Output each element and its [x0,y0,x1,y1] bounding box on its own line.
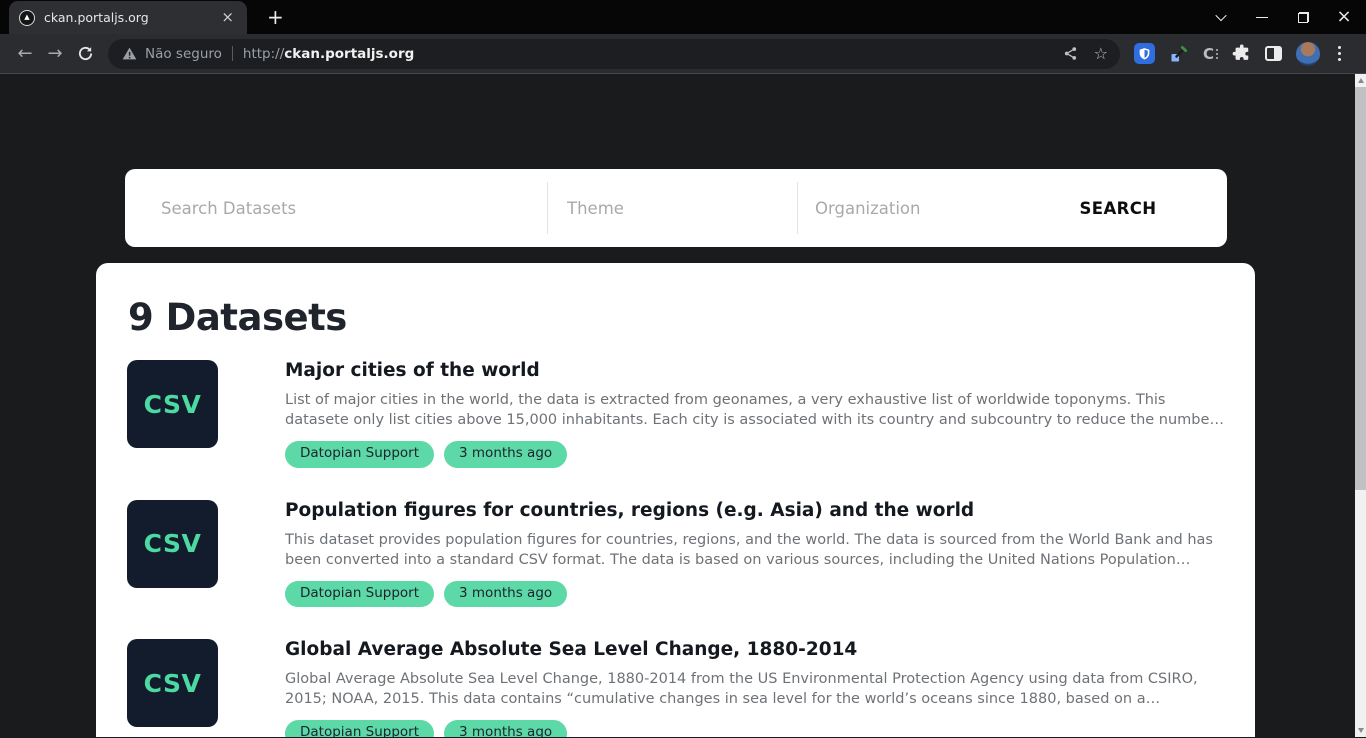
dataset-description: Global Average Absolute Sea Level Change… [285,669,1227,709]
side-panel-icon [1265,46,1282,61]
security-label: Não seguro [145,46,222,62]
age-tag[interactable]: 3 months ago [444,720,567,737]
org-tag[interactable]: Datopian Support [285,441,434,468]
dataset-search-bar: SEARCH [125,169,1227,247]
reload-icon [77,45,94,62]
scroll-up-arrow[interactable] [1355,74,1366,87]
url-host: ckan.portaljs.org [284,46,414,62]
security-chip[interactable]: Não seguro [122,46,222,62]
theme-input[interactable] [567,199,797,218]
browser-menu-button[interactable] [1334,46,1345,61]
datasets-card: 9 Datasets CSV Major cities of the world… [96,263,1255,737]
profile-avatar[interactable] [1296,42,1320,66]
dataset-title-link[interactable]: Population figures for countries, region… [285,500,1227,521]
organization-input[interactable] [815,199,1009,218]
extensions-bar: C [1134,42,1345,66]
dataset-description: This dataset provides population figures… [285,530,1227,570]
new-tab-button[interactable]: + [267,7,284,27]
dataset-tags: Datopian Support 3 months ago [285,441,1227,468]
format-badge-csv[interactable]: CSV [127,360,218,448]
url-scheme: http:// [243,46,284,62]
puzzle-icon [1232,44,1251,63]
reload-button[interactable] [70,39,100,69]
web-page: SEARCH 9 Datasets CSV Major cities of th… [0,74,1366,737]
back-button[interactable]: ← [10,39,40,69]
bitwarden-extension-icon[interactable] [1134,43,1155,64]
dataset-tags: Datopian Support 3 months ago [285,720,1227,737]
dataset-row: CSV Major cities of the world List of ma… [127,360,1229,468]
org-tag[interactable]: Datopian Support [285,720,434,737]
browser-toolbar: ← → Não seguro http://ckan.portaljs.org [0,34,1366,74]
page-url: http://ckan.portaljs.org [243,46,414,62]
tab-bar: ▲ ckan.portaljs.org × + × [0,0,1366,34]
datasets-count-heading: 9 Datasets [128,296,1229,339]
forward-button[interactable]: → [40,39,70,69]
search-datasets-input[interactable] [161,199,547,218]
dataset-row: CSV Global Average Absolute Sea Level Ch… [127,639,1229,737]
window-controls: × [1213,0,1352,34]
site-favicon-icon: ▲ [19,10,35,26]
restore-button[interactable] [1295,9,1311,25]
colorzilla-dots [1216,49,1218,59]
scroll-down-arrow[interactable] [1355,724,1366,737]
bookmark-star-icon[interactable]: ☆ [1094,46,1108,62]
format-badge-csv[interactable]: CSV [127,500,218,588]
dataset-title-link[interactable]: Global Average Absolute Sea Level Change… [285,639,1227,660]
page-scrollbar[interactable] [1355,74,1366,737]
extensions-puzzle-button[interactable] [1232,44,1251,63]
search-button[interactable]: SEARCH [1009,169,1227,247]
dataset-row: CSV Population figures for countries, re… [127,500,1229,608]
window-close-button[interactable]: × [1336,9,1352,25]
dataset-description: List of major cities in the world, the d… [285,390,1227,430]
tab-search-chevron-icon[interactable] [1213,9,1229,25]
org-tag[interactable]: Datopian Support [285,581,434,608]
side-panel-button[interactable] [1265,46,1282,61]
address-separator [232,46,233,61]
scrollbar-thumb[interactable] [1355,87,1366,490]
format-badge-csv[interactable]: CSV [127,639,218,727]
share-icon [1063,46,1078,61]
age-tag[interactable]: 3 months ago [444,581,567,608]
eyedropper-extension-icon[interactable] [1169,44,1189,64]
minimize-button[interactable] [1254,9,1270,25]
dataset-tags: Datopian Support 3 months ago [285,581,1227,608]
shield-icon [1138,47,1151,60]
tab-title: ckan.portaljs.org [44,10,216,25]
share-button[interactable] [1063,46,1078,61]
tab-close-icon[interactable]: × [216,8,239,27]
address-bar[interactable]: Não seguro http://ckan.portaljs.org ☆ [108,39,1120,69]
colorzilla-letter: C [1203,45,1214,63]
age-tag[interactable]: 3 months ago [444,441,567,468]
dataset-title-link[interactable]: Major cities of the world [285,360,1227,381]
browser-tab[interactable]: ▲ ckan.portaljs.org × [9,1,247,34]
colorzilla-extension-icon[interactable]: C [1203,45,1218,63]
warning-icon [122,47,137,60]
dataset-list: CSV Major cities of the world List of ma… [127,360,1229,737]
eyedropper-icon [1169,44,1189,64]
